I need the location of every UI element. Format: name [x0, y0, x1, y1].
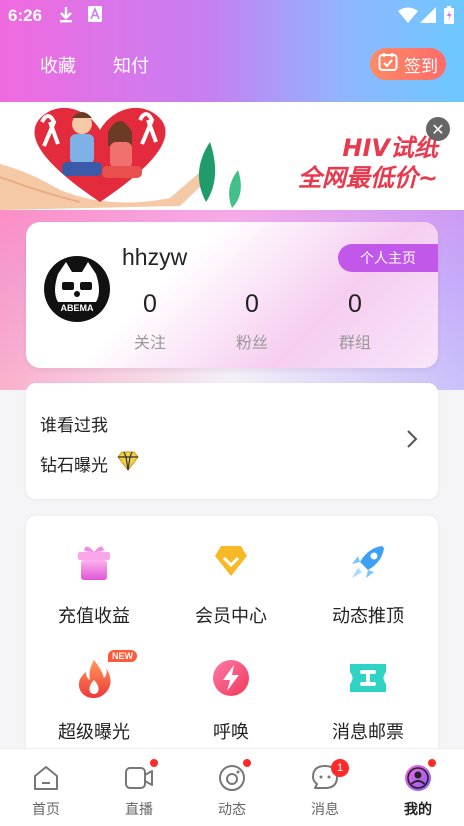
status-bar: 6:26 [0, 0, 464, 32]
download-icon [58, 6, 74, 29]
tab-zhifu[interactable]: 知付 [113, 52, 149, 78]
feature-label: 消息邮票 [332, 722, 404, 743]
moments-icon [217, 763, 247, 793]
message-ticket-icon [348, 658, 388, 698]
app-notification-icon [88, 6, 102, 27]
stat-value: 0 [348, 290, 362, 318]
bottom-navigation: 首页 直播 动态 1 消息 我的 [0, 748, 464, 826]
stat-value: 0 [245, 290, 259, 318]
close-icon: ✕ [431, 119, 445, 139]
feature-label: 动态推顶 [332, 606, 404, 627]
feature-label: 呼唤 [213, 722, 249, 743]
banner-close-button[interactable]: ✕ [426, 117, 450, 141]
nav-label: 直播 [125, 802, 153, 818]
nav-label: 首页 [32, 802, 60, 818]
nav-home[interactable]: 首页 [0, 749, 92, 826]
gift-icon [74, 542, 114, 586]
nav-live[interactable]: 直播 [93, 749, 185, 826]
feature-label: 会员中心 [195, 606, 267, 627]
stat-following[interactable]: 0 关注 [110, 290, 190, 353]
notification-dot [150, 759, 158, 767]
profile-icon [403, 763, 433, 793]
calendar-check-icon [378, 52, 398, 77]
unread-count-badge: 1 [331, 759, 349, 777]
feature-label: 充值收益 [58, 606, 130, 627]
battery-icon [444, 6, 454, 29]
nav-moments[interactable]: 动态 [186, 749, 278, 826]
tab-favorites[interactable]: 收藏 [40, 52, 76, 78]
banner-subheadline: 全网最低价~ [297, 164, 438, 192]
signal-icon [420, 7, 436, 28]
stat-label: 群组 [338, 333, 371, 352]
nav-messages[interactable]: 1 消息 [279, 749, 371, 826]
stat-value: 0 [143, 290, 157, 318]
stat-groups[interactable]: 0 群组 [315, 290, 395, 353]
avatar[interactable]: ABEMA [44, 256, 110, 322]
status-time: 6:26 [8, 6, 43, 25]
nav-mine[interactable]: 我的 [372, 749, 464, 826]
features-grid: 充值收益 会员中心 动态推顶 NEW 超级曝光 呼唤 消息邮票 [26, 516, 438, 776]
username: hhzyw [122, 244, 188, 270]
personal-homepage-button[interactable]: 个人主页 [338, 244, 438, 272]
sign-in-button[interactable]: 签到 [370, 48, 446, 80]
new-badge: NEW [108, 650, 137, 662]
feature-label: 超级曝光 [58, 722, 130, 743]
home-icon [31, 763, 61, 793]
profile-card: ABEMA hhzyw 个人主页 0 关注 0 粉丝 0 群组 [26, 222, 438, 368]
avatar-logo-text: ABEMA [60, 303, 94, 313]
stat-followers[interactable]: 0 粉丝 [212, 290, 292, 353]
nav-label: 动态 [218, 802, 246, 818]
diamond-exposure-row: 钻石曝光 [40, 451, 140, 476]
notification-dot [243, 759, 251, 767]
vip-diamond-icon [211, 542, 251, 582]
chevron-right-icon [406, 429, 418, 453]
visitors-title: 谁看过我 [40, 416, 108, 436]
stat-label: 粉丝 [235, 333, 268, 352]
stat-label: 关注 [133, 333, 166, 352]
nav-label: 消息 [311, 802, 339, 818]
wifi-icon [398, 7, 418, 28]
rocket-icon [348, 542, 388, 582]
notification-dot [428, 759, 436, 767]
visitors-card[interactable]: 谁看过我 钻石曝光 [26, 383, 438, 499]
lightning-icon [211, 658, 251, 698]
ad-banner[interactable]: HIV试纸 全网最低价~ [0, 102, 464, 210]
live-video-icon [124, 763, 154, 793]
sign-in-label: 签到 [404, 56, 438, 77]
diamond-exposure-label: 钻石曝光 [40, 456, 108, 476]
diamond-icon [116, 451, 140, 476]
fire-icon [74, 658, 114, 698]
nav-label: 我的 [404, 802, 432, 818]
